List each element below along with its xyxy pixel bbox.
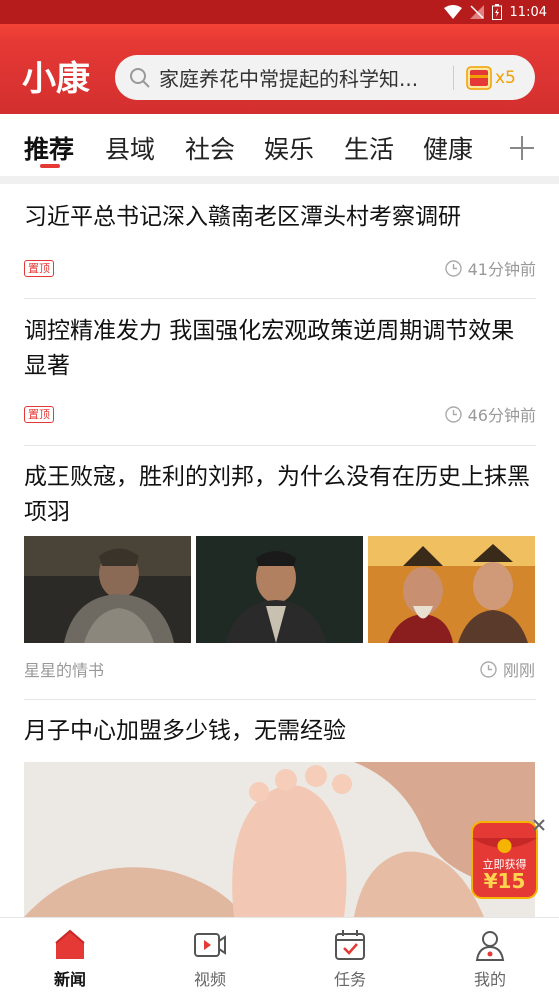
bottom-nav: 新闻 视频 任务 我的 [0, 917, 559, 996]
user-icon [475, 931, 505, 961]
news-time-text: 41分钟前 [467, 260, 536, 279]
news-title: 调控精准发力 我国强化宏观政策逆周期调节效果显著 [24, 318, 515, 379]
clock-icon [480, 660, 497, 678]
news-item[interactable]: 成王败寇，胜利的刘邦，为什么没有在历史上抹黑项羽 [24, 460, 536, 535]
clock-icon [444, 405, 462, 423]
nav-label: 我的 [473, 970, 506, 989]
pinned-badge: 置顶 [24, 406, 54, 423]
ad-image-baby-feet[interactable] [24, 762, 535, 917]
news-thumbnail-emperors[interactable] [368, 536, 535, 643]
nav-profile[interactable]: 我的 [420, 918, 559, 996]
nav-label: 新闻 [53, 970, 86, 989]
news-title: 习近平总书记深入赣南老区潭头村考察调研 [24, 204, 461, 230]
app-header: 小康 家庭养花中常提起的科学知... x5 [0, 24, 559, 114]
news-item[interactable]: 习近平总书记深入赣南老区潭头村考察调研 置顶 41分钟前 [24, 200, 536, 290]
pinned-badge: 置顶 [24, 260, 54, 277]
nav-label: 视频 [193, 970, 226, 989]
news-time-text: 刚刚 [502, 661, 535, 680]
category-tabs: 推荐 县域 社会 娱乐 生活 健康 [0, 114, 559, 176]
news-thumbnail-armored-warrior[interactable] [24, 536, 191, 643]
news-item[interactable]: 调控精准发力 我国强化宏观政策逆周期调节效果显著 置顶 46分钟前 [24, 314, 536, 434]
home-icon [55, 929, 85, 959]
nav-news[interactable]: 新闻 [0, 918, 140, 996]
search-divider [453, 65, 454, 90]
search-bar[interactable]: 家庭养花中常提起的科学知... x5 [115, 55, 535, 100]
red-envelope-count: x5 [495, 67, 516, 88]
news-time: 41分钟前 [444, 256, 536, 280]
news-thumbnail-scholar[interactable] [196, 536, 363, 643]
feed-divider [24, 699, 536, 700]
tab-recommend[interactable]: 推荐 [24, 130, 74, 166]
status-bar: 11:04 [0, 0, 559, 24]
feed-divider [24, 298, 536, 299]
red-envelope-icon[interactable] [466, 65, 492, 90]
signal-off-icon [469, 5, 484, 19]
search-icon [130, 67, 150, 88]
news-source: 星星的情书 [24, 661, 105, 680]
tab-life[interactable]: 生活 [344, 130, 394, 166]
nav-video[interactable]: 视频 [140, 918, 280, 996]
app-logo: 小康 [22, 59, 90, 98]
ad-title: 月子中心加盟多少钱，无需经验 [24, 718, 346, 744]
clock-icon [444, 259, 462, 277]
feed-divider [24, 445, 536, 446]
news-time: 46分钟前 [444, 402, 536, 426]
news-time: 刚刚 [480, 657, 535, 681]
tab-county[interactable]: 县域 [105, 130, 155, 166]
tab-entertainment[interactable]: 娱乐 [264, 130, 314, 166]
video-icon [194, 933, 226, 957]
close-icon[interactable] [529, 815, 549, 835]
tab-society[interactable]: 社会 [185, 130, 235, 166]
tabs-divider [0, 176, 559, 184]
svg-text:¥15: ¥15 [484, 869, 526, 893]
add-channel-icon[interactable] [508, 134, 536, 162]
svg-text:小康: 小康 [22, 59, 90, 98]
nav-label: 任务 [333, 970, 366, 989]
calendar-check-icon [335, 930, 365, 960]
clock-time: 11:04 [509, 4, 547, 20]
news-time-text: 46分钟前 [467, 406, 536, 425]
news-title: 成王败寇，胜利的刘邦，为什么没有在历史上抹黑项羽 [24, 464, 530, 525]
ad-item[interactable]: 月子中心加盟多少钱，无需经验 [24, 714, 536, 754]
search-placeholder: 家庭养花中常提起的科学知... [159, 67, 419, 91]
nav-tasks[interactable]: 任务 [280, 918, 420, 996]
tab-health[interactable]: 健康 [423, 130, 473, 166]
active-tab-indicator [40, 164, 60, 168]
battery-icon [491, 4, 502, 20]
wifi-icon [443, 5, 462, 19]
